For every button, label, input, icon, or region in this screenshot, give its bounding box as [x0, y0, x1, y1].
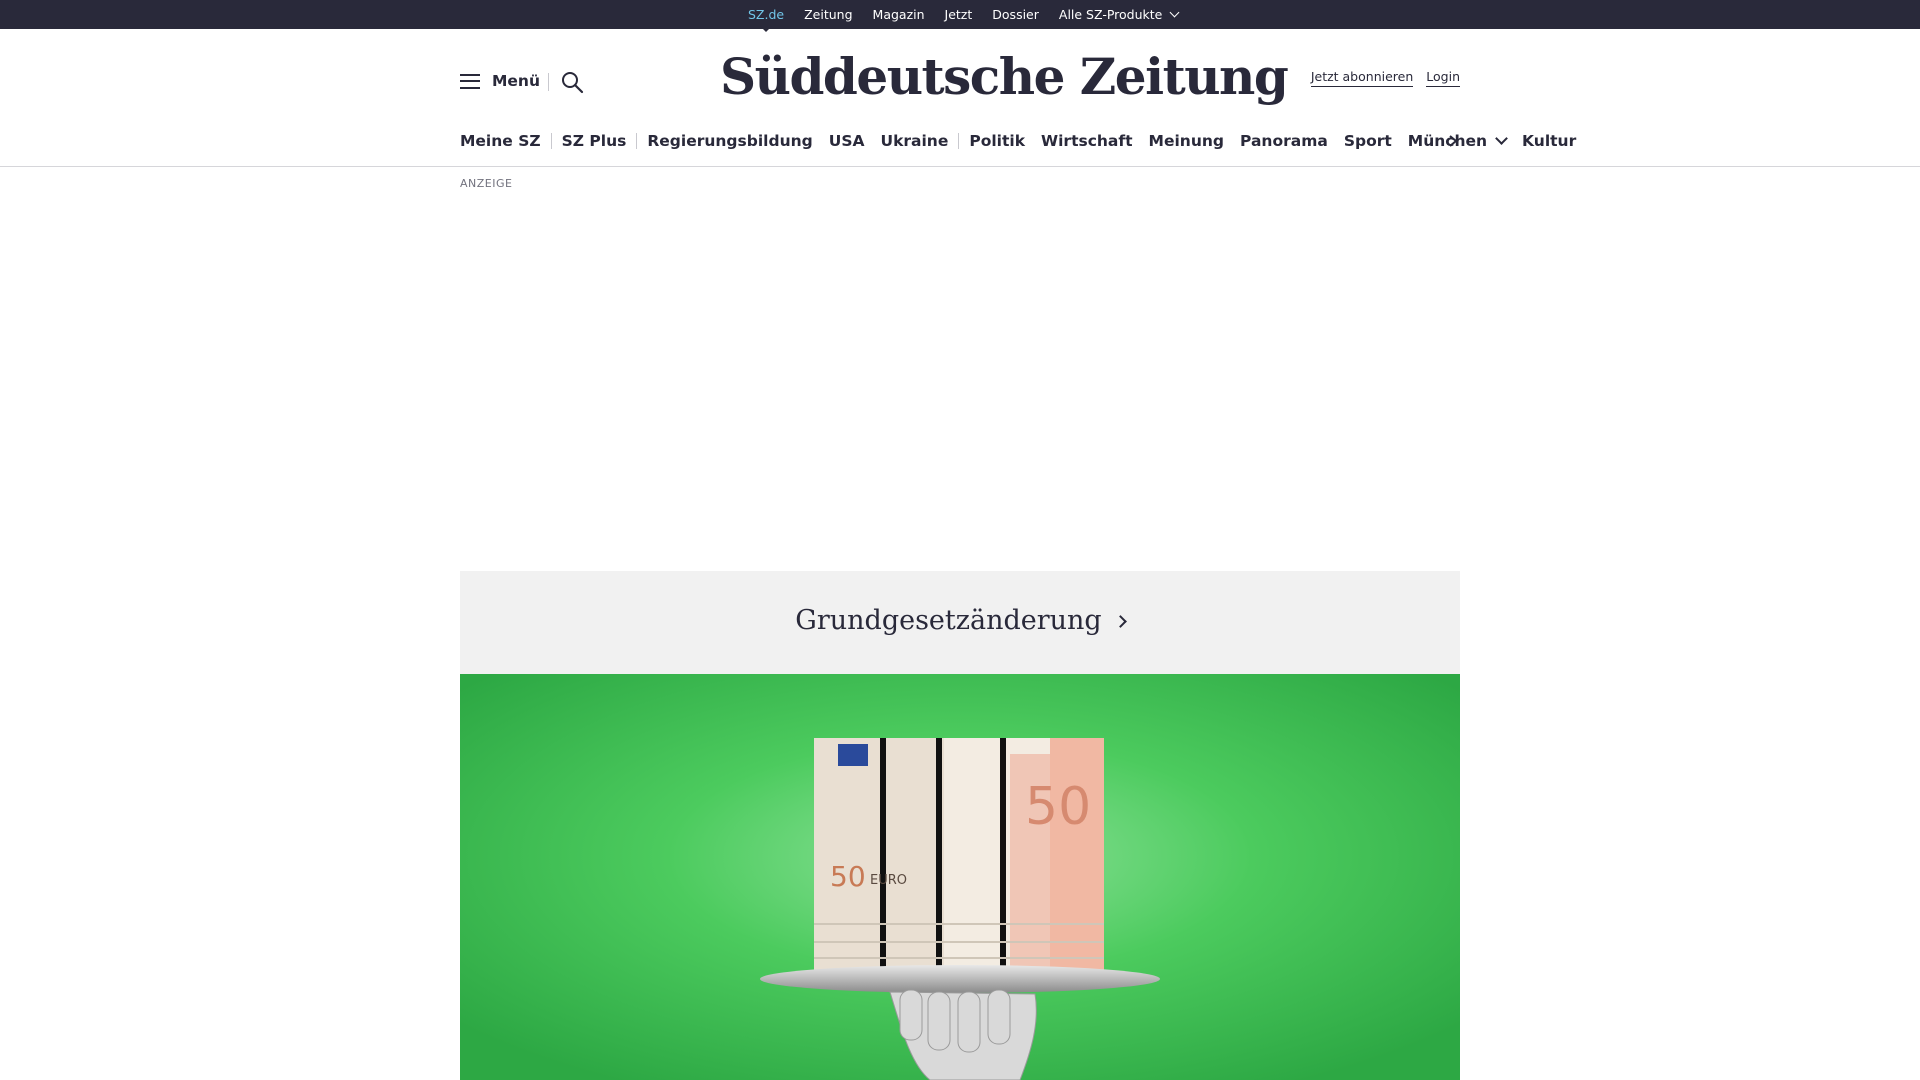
header-divider	[548, 73, 549, 91]
banknote-value: 50	[830, 860, 866, 893]
all-products-label: Alle SZ-Produkte	[1058, 7, 1163, 22]
chevron-right-icon	[1113, 615, 1127, 628]
nav-item-politik[interactable]: Politik	[969, 132, 1025, 150]
section-nav: Meine SZ SZ Plus Regierungsbildung USA U…	[460, 130, 1576, 152]
banknote-currency: EURO	[870, 873, 907, 888]
nav-item-meinung[interactable]: Meinung	[1149, 132, 1224, 150]
menu-button[interactable]: Menü	[460, 72, 540, 90]
silver-tray	[760, 965, 1160, 993]
topic-header: Grundgesetzänderung	[460, 571, 1460, 674]
subscribe-link[interactable]: Jetzt abonnieren	[1310, 69, 1414, 87]
banknote-value-large: 50	[1025, 777, 1091, 837]
chevron-down-icon	[1495, 132, 1508, 145]
nav-item-usa[interactable]: USA	[829, 132, 865, 150]
nav-item-sz-plus[interactable]: SZ Plus	[562, 132, 627, 150]
banknote-stack: 50 EURO 50	[814, 738, 1104, 974]
nav-item-meine-sz[interactable]: Meine SZ	[460, 132, 541, 150]
chevron-right-icon[interactable]	[1446, 134, 1460, 148]
menu-label: Menü	[492, 72, 541, 90]
search-icon[interactable]	[560, 70, 584, 94]
product-links: SZ.de Zeitung Magazin Jetzt Dossier Alle…	[748, 0, 1180, 29]
nav-divider	[636, 133, 638, 149]
nav-divider	[550, 133, 552, 149]
login-link[interactable]: Login	[1426, 69, 1460, 87]
nav-item-regierungsbildung[interactable]: Regierungsbildung	[647, 132, 812, 150]
menu-icon	[460, 73, 480, 89]
product-link-magazin[interactable]: Magazin	[873, 7, 925, 22]
hero-image[interactable]: 50 EURO 50	[460, 674, 1460, 1080]
nav-item-ukraine[interactable]: Ukraine	[880, 132, 948, 150]
ad-label: ANZEIGE	[460, 177, 513, 190]
account-links: Jetzt abonnieren Login	[1310, 69, 1460, 87]
site-header: Menü Süddeutsche Zeitung Jetzt abonniere…	[0, 29, 1920, 167]
nav-item-panorama[interactable]: Panorama	[1240, 132, 1328, 150]
product-link-zeitung[interactable]: Zeitung	[804, 7, 852, 22]
nav-item-sport[interactable]: Sport	[1344, 132, 1392, 150]
nav-divider	[958, 133, 960, 149]
site-logo[interactable]: Süddeutsche Zeitung	[720, 47, 1289, 106]
topic-title: Grundgesetzänderung	[795, 605, 1102, 636]
product-link-jetzt[interactable]: Jetzt	[945, 7, 973, 22]
product-link-all-products[interactable]: Alle SZ-Produkte	[1058, 7, 1180, 22]
nav-item-wirtschaft[interactable]: Wirtschaft	[1041, 132, 1133, 150]
nav-item-kultur[interactable]: Kultur	[1522, 132, 1576, 150]
product-link-dossier[interactable]: Dossier	[992, 7, 1039, 22]
chevron-down-icon	[1169, 7, 1180, 18]
product-link-szde[interactable]: SZ.de	[748, 7, 784, 22]
product-bar: SZ.de Zeitung Magazin Jetzt Dossier Alle…	[0, 0, 1920, 29]
topic-title-link[interactable]: Grundgesetzänderung	[460, 605, 1460, 636]
